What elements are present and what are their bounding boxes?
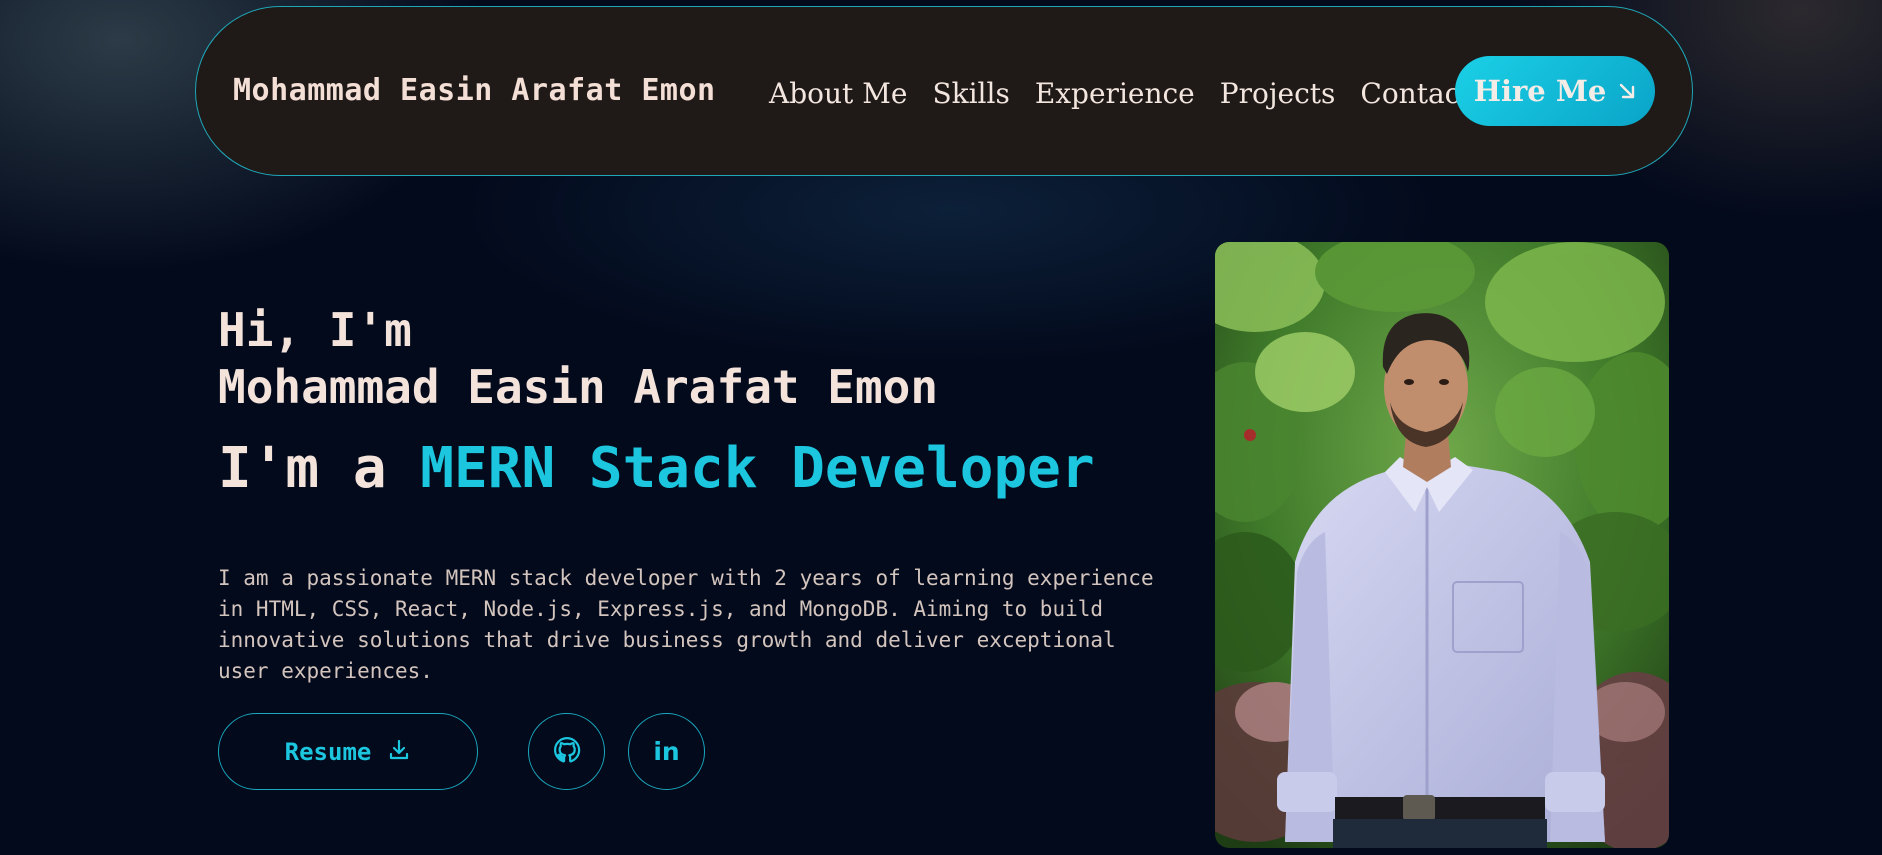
profile-photo [1215,242,1669,848]
role-prefix: I'm a [218,436,421,501]
role-highlight: MERN Stack Developer [420,436,1095,501]
nav-link-about-me[interactable]: About Me [769,77,907,110]
github-icon [553,736,581,768]
navbar: Mohammad Easin Arafat Emon About Me Skil… [195,6,1693,176]
nav-link-skills[interactable]: Skills [932,77,1009,110]
hero-description: I am a passionate MERN stack developer w… [218,566,1154,683]
nav-links: About Me Skills Experience Projects Cont… [769,77,1472,110]
greeting-line: Hi, I'm [218,303,412,357]
hero-name: Mohammad Easin Arafat Emon [218,360,939,414]
brand-name[interactable]: Mohammad Easin Arafat Emon [233,73,716,108]
arrow-down-right-icon [1618,82,1636,100]
linkedin-button[interactable]: in [628,713,705,790]
linkedin-icon: in [653,737,680,766]
hero-role: I'm a MERN Stack Developer [218,436,1095,501]
github-button[interactable] [528,713,605,790]
hire-me-label: Hire Me [1473,74,1607,108]
download-icon [387,738,411,766]
hero-greeting: Hi, I'm Mohammad Easin Arafat Emon [218,302,938,416]
nav-link-projects[interactable]: Projects [1220,77,1336,110]
resume-button[interactable]: Resume [218,713,478,790]
resume-label: Resume [284,737,372,766]
nav-link-experience[interactable]: Experience [1035,77,1195,110]
hire-me-button[interactable]: Hire Me [1455,56,1655,126]
